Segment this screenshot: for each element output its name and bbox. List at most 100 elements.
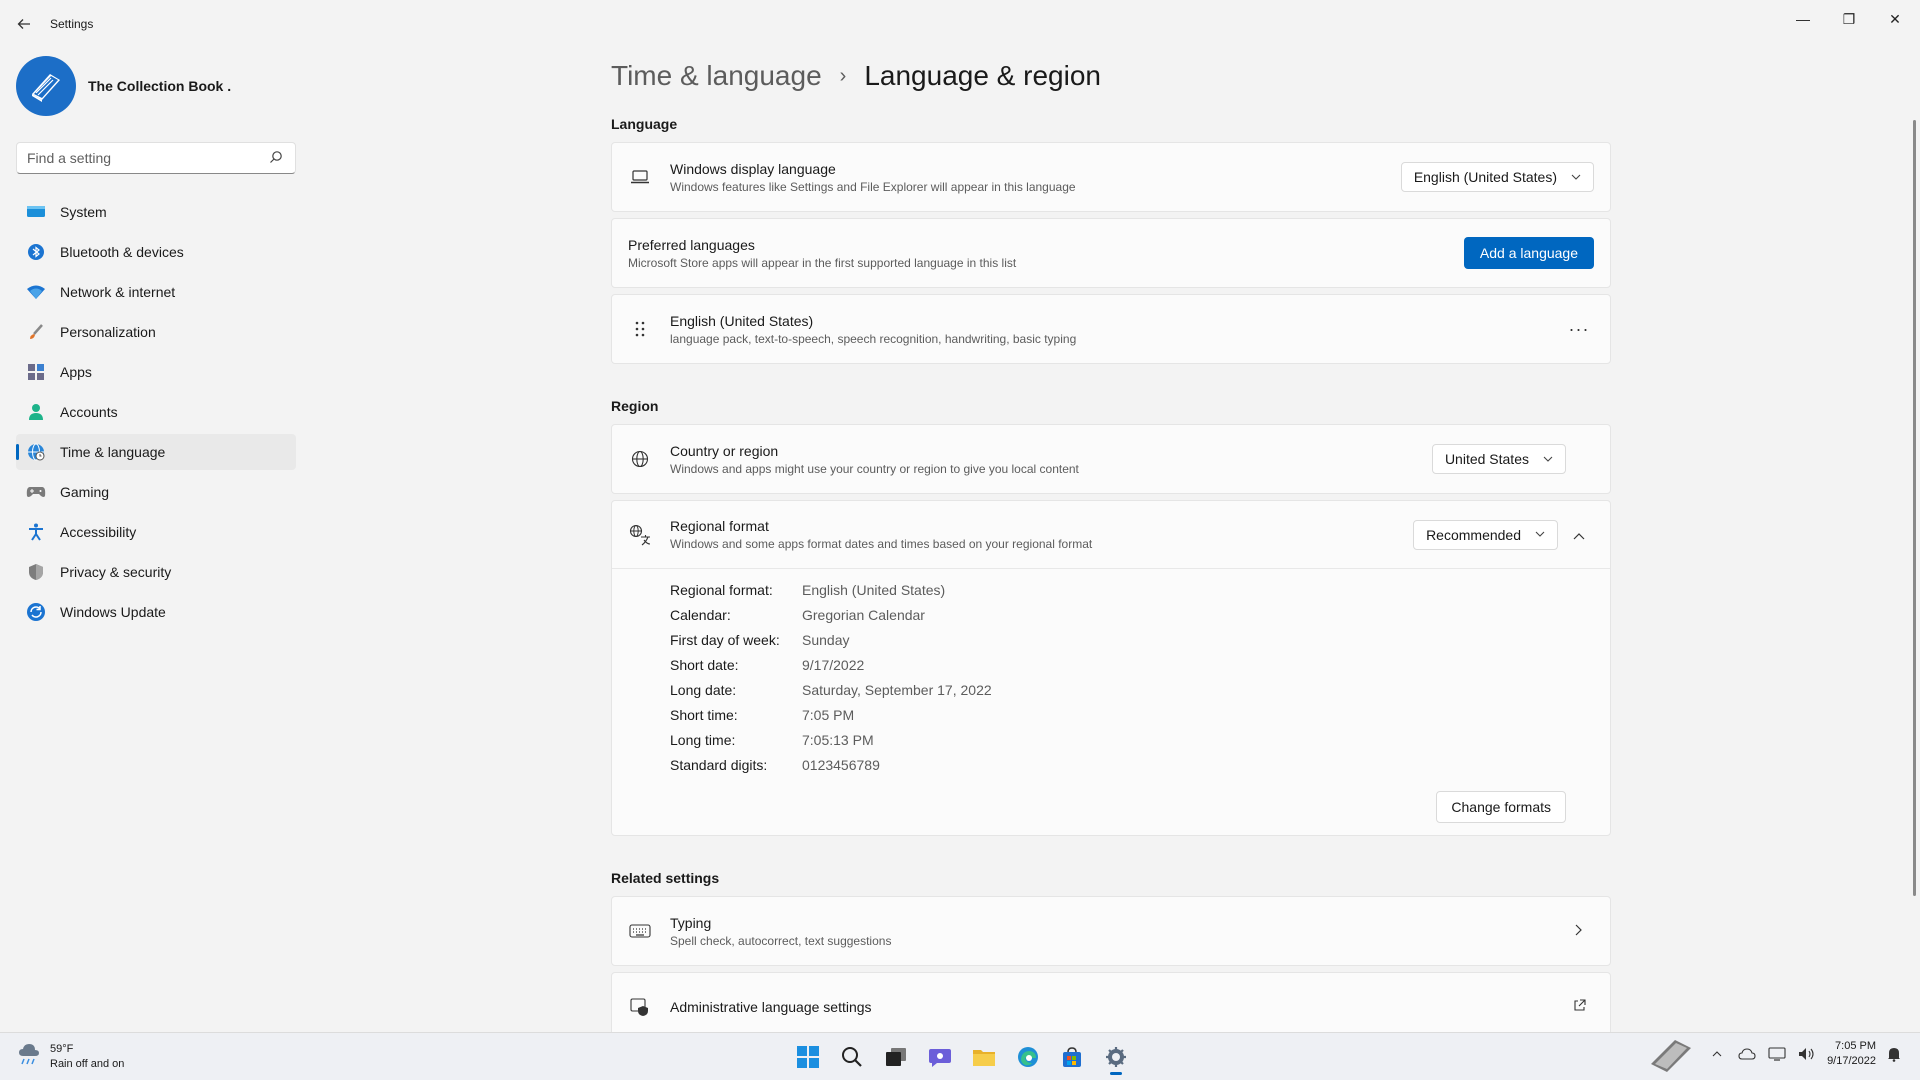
search-icon[interactable] bbox=[832, 1037, 872, 1077]
sidebar-item-label: Gaming bbox=[60, 484, 110, 500]
task-view-icon[interactable] bbox=[876, 1037, 916, 1077]
close-button[interactable]: ✕ bbox=[1872, 4, 1918, 34]
typing-card[interactable]: Typing Spell check, autocorrect, text su… bbox=[611, 896, 1611, 966]
admin-shield-icon bbox=[628, 995, 652, 1019]
book-logo-icon bbox=[1643, 1040, 1699, 1072]
drag-handle-icon[interactable] bbox=[628, 317, 652, 341]
person-icon bbox=[26, 402, 46, 422]
regional-format-icon bbox=[628, 523, 652, 547]
minimize-button[interactable]: — bbox=[1780, 4, 1826, 34]
breadcrumb-parent[interactable]: Time & language bbox=[611, 60, 822, 92]
clock[interactable]: 7:05 PM 9/17/2022 bbox=[1827, 1039, 1876, 1069]
sidebar-item-apps[interactable]: Apps bbox=[16, 354, 296, 390]
format-row: Long date: Saturday, September 17, 2022 bbox=[670, 677, 1610, 702]
format-label: Long date: bbox=[670, 681, 737, 698]
sidebar-item-privacy[interactable]: Privacy & security bbox=[16, 554, 296, 590]
regional-format-dropdown[interactable]: Recommended bbox=[1413, 519, 1558, 550]
globe-clock-icon bbox=[26, 442, 46, 462]
admin-language-title: Administrative language settings bbox=[670, 999, 872, 1015]
country-dropdown[interactable]: United States bbox=[1431, 444, 1566, 474]
sidebar-item-label: Personalization bbox=[60, 324, 156, 340]
display-language-dropdown[interactable]: English (United States) bbox=[1400, 162, 1594, 192]
add-language-button[interactable]: Add a language bbox=[1463, 237, 1594, 269]
search-box[interactable] bbox=[16, 142, 296, 174]
network-icon[interactable] bbox=[1765, 1042, 1789, 1066]
sidebar-item-time-language[interactable]: Time & language bbox=[16, 434, 296, 470]
sidebar-item-label: Network & internet bbox=[60, 284, 176, 300]
start-icon[interactable] bbox=[788, 1037, 828, 1077]
back-arrow-icon[interactable] bbox=[14, 14, 34, 34]
window-title: Settings bbox=[50, 17, 94, 31]
more-options-icon[interactable]: ··· bbox=[1564, 319, 1594, 340]
preferred-languages-card: Preferred languages Microsoft Store apps… bbox=[611, 218, 1611, 288]
weather-widget[interactable]: 59°F Rain off and on bbox=[16, 1041, 124, 1072]
book-logo-icon bbox=[32, 74, 60, 102]
sidebar-item-gaming[interactable]: Gaming bbox=[16, 474, 296, 510]
format-row: Standard digits: 0123456789 bbox=[670, 752, 1610, 777]
wifi-icon bbox=[26, 282, 46, 302]
typing-desc: Spell check, autocorrect, text suggestio… bbox=[670, 933, 892, 948]
weather-temp: 59°F bbox=[50, 1042, 74, 1055]
sidebar-item-label: Apps bbox=[60, 364, 92, 380]
country-desc: Windows and apps might use your country … bbox=[670, 461, 1079, 476]
main-content: Time & language › Language & region Lang… bbox=[611, 52, 1611, 1042]
chevron-up-icon[interactable] bbox=[1564, 527, 1594, 543]
display-language-title: Windows display language bbox=[670, 160, 836, 177]
user-profile[interactable]: The Collection Book . bbox=[16, 56, 231, 116]
settings-icon[interactable] bbox=[1096, 1037, 1136, 1077]
avatar bbox=[16, 56, 76, 116]
regional-format-card: Regional format Windows and some apps fo… bbox=[611, 500, 1611, 836]
sidebar-item-accessibility[interactable]: Accessibility bbox=[16, 514, 296, 550]
format-row: Long time: 7:05:13 PM bbox=[670, 727, 1610, 752]
breadcrumb-separator: › bbox=[839, 64, 847, 87]
scrollbar[interactable] bbox=[1913, 120, 1916, 896]
format-value: Saturday, September 17, 2022 bbox=[802, 681, 992, 698]
format-value: 7:05:13 PM bbox=[802, 731, 874, 748]
volume-icon[interactable] bbox=[1795, 1042, 1819, 1066]
format-row: Short date: 9/17/2022 bbox=[670, 652, 1610, 677]
system-tray: 7:05 PM 9/17/2022 bbox=[1637, 1039, 1906, 1072]
restore-button[interactable]: ❐ bbox=[1826, 4, 1872, 34]
sidebar-item-bluetooth[interactable]: Bluetooth & devices bbox=[16, 234, 296, 270]
chevron-up-icon[interactable] bbox=[1705, 1042, 1729, 1066]
dropdown-value: Recommended bbox=[1426, 526, 1521, 543]
sidebar-item-label: Accessibility bbox=[60, 524, 137, 540]
page-title: Language & region bbox=[864, 60, 1101, 91]
search-icon[interactable] bbox=[269, 150, 285, 166]
sidebar-item-accounts[interactable]: Accounts bbox=[16, 394, 296, 430]
format-row: First day of week: Sunday bbox=[670, 627, 1610, 652]
taskbar: 59°F Rain off and on 7:05 PM 9/17/2022 bbox=[0, 1032, 1920, 1080]
taskbar-apps bbox=[788, 1037, 1140, 1077]
format-label: Calendar: bbox=[670, 606, 731, 623]
sidebar-item-personalization[interactable]: Personalization bbox=[16, 314, 296, 350]
sidebar-item-windows-update[interactable]: Windows Update bbox=[16, 594, 296, 630]
chevron-down-icon bbox=[1535, 529, 1545, 540]
search-input[interactable] bbox=[27, 150, 269, 166]
store-icon[interactable] bbox=[1052, 1037, 1092, 1077]
preferred-languages-title: Preferred languages bbox=[628, 236, 755, 253]
weather-desc: Rain off and on bbox=[50, 1057, 125, 1070]
sidebar-item-network[interactable]: Network & internet bbox=[16, 274, 296, 310]
country-title: Country or region bbox=[670, 442, 779, 459]
keyboard-icon bbox=[628, 919, 652, 943]
format-label: Standard digits: bbox=[670, 756, 768, 773]
change-formats-button[interactable]: Change formats bbox=[1436, 791, 1566, 823]
notification-bell-icon[interactable] bbox=[1882, 1042, 1906, 1066]
country-region-card: Country or region Windows and apps might… bbox=[611, 424, 1611, 494]
format-value: 7:05 PM bbox=[802, 706, 855, 723]
format-row: Regional format: English (United States) bbox=[670, 577, 1610, 602]
language-desc: language pack, text-to-speech, speech re… bbox=[670, 331, 1077, 346]
sidebar-item-system[interactable]: System bbox=[16, 194, 296, 230]
sidebar-nav: System Bluetooth & devices Network & int… bbox=[16, 194, 296, 634]
english-us-card[interactable]: English (United States) language pack, t… bbox=[611, 294, 1611, 364]
format-value: Gregorian Calendar bbox=[802, 606, 925, 623]
file-explorer-icon[interactable] bbox=[964, 1037, 1004, 1077]
edge-icon[interactable] bbox=[1008, 1037, 1048, 1077]
onedrive-icon[interactable] bbox=[1735, 1042, 1759, 1066]
format-value: 0123456789 bbox=[802, 756, 880, 773]
format-value: English (United States) bbox=[802, 581, 946, 598]
dropdown-value: English (United States) bbox=[1413, 169, 1557, 185]
chat-icon[interactable] bbox=[920, 1037, 960, 1077]
monitor-icon bbox=[26, 202, 46, 222]
typing-title: Typing bbox=[670, 914, 712, 931]
